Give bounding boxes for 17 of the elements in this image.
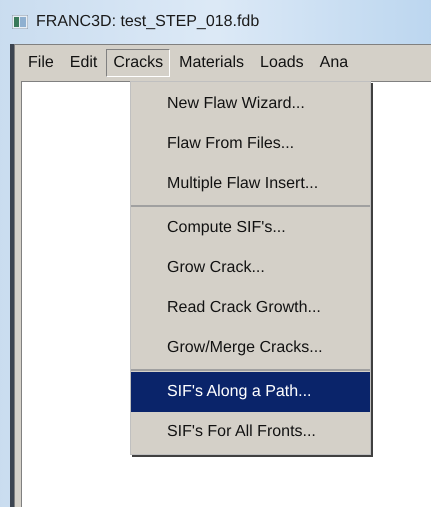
- menu-item[interactable]: Grow Crack...: [131, 248, 370, 288]
- menu-item[interactable]: Multiple Flaw Insert...: [131, 164, 370, 204]
- menu-bar-item[interactable]: Cracks: [106, 49, 170, 77]
- app-icon: [12, 15, 28, 29]
- menu-item[interactable]: New Flaw Wizard...: [131, 84, 370, 124]
- menu-item[interactable]: Flaw From Files...: [131, 124, 370, 164]
- menu-bar-item[interactable]: Loads: [253, 49, 311, 77]
- menu-item[interactable]: Compute SIF's...: [131, 208, 370, 248]
- menu-bar-item[interactable]: Edit: [62, 49, 104, 77]
- menu-item[interactable]: SIF's For All Fronts...: [131, 412, 370, 452]
- menu-item[interactable]: Grow/Merge Cracks...: [131, 328, 370, 368]
- menu-item[interactable]: SIF's Along a Path...: [131, 372, 370, 412]
- window-title: FRANC3D: test_STEP_018.fdb: [36, 12, 260, 32]
- menu-item[interactable]: Read Crack Growth...: [131, 288, 370, 328]
- menu-bar-item[interactable]: Ana: [312, 49, 356, 77]
- menu-bar-item[interactable]: Materials: [172, 49, 252, 77]
- menu-bar-item[interactable]: File: [21, 49, 61, 77]
